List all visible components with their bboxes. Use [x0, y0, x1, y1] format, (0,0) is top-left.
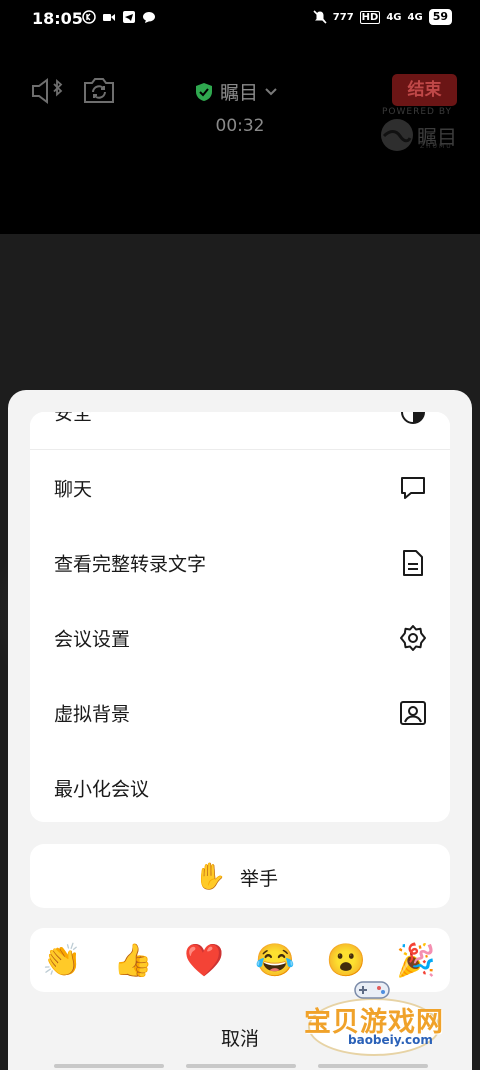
network-label: 777	[332, 11, 354, 23]
mute-bell-icon	[313, 10, 327, 24]
gamepad-icon	[354, 981, 390, 999]
meeting-title-dropdown[interactable]: 瞩目	[194, 78, 278, 105]
chevron-down-icon	[265, 87, 277, 95]
end-meeting-button[interactable]: 结束	[392, 74, 457, 106]
raise-hand-label: 举手	[240, 869, 279, 890]
menu-item-chat[interactable]: 聊天	[30, 450, 450, 525]
video-icon	[103, 14, 115, 21]
status-right-icons: 777 HD 4G 4G 59	[313, 9, 452, 25]
more-options-sheet: 安全 聊天 查看完整转录文字 会议设置 虚拟背景 最小化会议 ✋ 举手 👏 👍 …	[8, 390, 472, 1070]
menu-item-label: 查看完整转录文字	[54, 553, 207, 575]
raise-hand-button[interactable]: ✋ 举手	[30, 844, 450, 908]
menu-item-label: 会议设置	[54, 628, 131, 650]
menu-item-label: 最小化会议	[54, 778, 150, 800]
zhumu-logo-sub: ZHUMU	[420, 143, 453, 150]
menu-item-minimize-meeting[interactable]: 最小化会议	[30, 750, 450, 822]
reaction-heart-button[interactable]: ❤️	[184, 940, 224, 980]
watermark-site: baobeiy.com	[348, 1033, 433, 1047]
k-circle-icon	[82, 10, 96, 24]
menu-item-meeting-settings[interactable]: 会议设置	[30, 600, 450, 675]
signal-1-label: 4G	[386, 11, 402, 23]
switch-camera-icon[interactable]	[82, 74, 116, 106]
reaction-thumbs-up-button[interactable]: 👍	[113, 940, 153, 980]
battery-icon: 59	[428, 9, 452, 25]
menu-item-virtual-background[interactable]: 虚拟背景	[30, 675, 450, 750]
chat-bubble-icon	[143, 12, 155, 23]
menu-item-label: 虚拟背景	[54, 703, 131, 725]
zhumu-logo-icon	[381, 119, 413, 151]
speaker-bluetooth-icon[interactable]	[30, 76, 66, 106]
shield-check-icon	[196, 82, 212, 101]
menu-list: 安全 聊天 查看完整转录文字 会议设置 虚拟背景 最小化会议	[30, 412, 450, 822]
virtual-background-icon	[400, 700, 426, 725]
status-bar: 18:05 777 HD 4G 4G 59	[0, 0, 480, 38]
chat-icon	[401, 476, 425, 499]
status-time: 18:05	[32, 9, 83, 28]
menu-item-label: 聊天	[54, 478, 93, 500]
status-notification-icons	[82, 10, 156, 24]
reaction-clap-button[interactable]: 👏	[42, 940, 82, 980]
powered-by-label: POWERED BY	[382, 107, 453, 117]
watermark-logo: 宝贝游戏网 baobeiy.com	[300, 970, 450, 1060]
raise-hand-icon: ✋	[194, 861, 227, 891]
home-indicator	[186, 1064, 296, 1068]
telegram-icon	[123, 11, 135, 23]
hd-label: HD	[359, 10, 381, 24]
meeting-title: 瞩目	[220, 82, 259, 104]
menu-item-transcript[interactable]: 查看完整转录文字	[30, 525, 450, 600]
home-indicator	[318, 1064, 428, 1068]
home-indicator	[54, 1064, 164, 1068]
reaction-laugh-button[interactable]: 😂	[255, 940, 295, 980]
meeting-header: 瞩目 00:32 结束 POWERED BY 瞩目 ZHUMU	[0, 38, 480, 234]
menu-item-security[interactable]: 安全	[30, 412, 450, 449]
transcript-icon	[403, 549, 423, 576]
security-icon	[401, 412, 425, 424]
gear-icon	[400, 624, 426, 651]
menu-item-label: 安全	[54, 412, 93, 424]
signal-2-label: 4G	[407, 11, 423, 23]
